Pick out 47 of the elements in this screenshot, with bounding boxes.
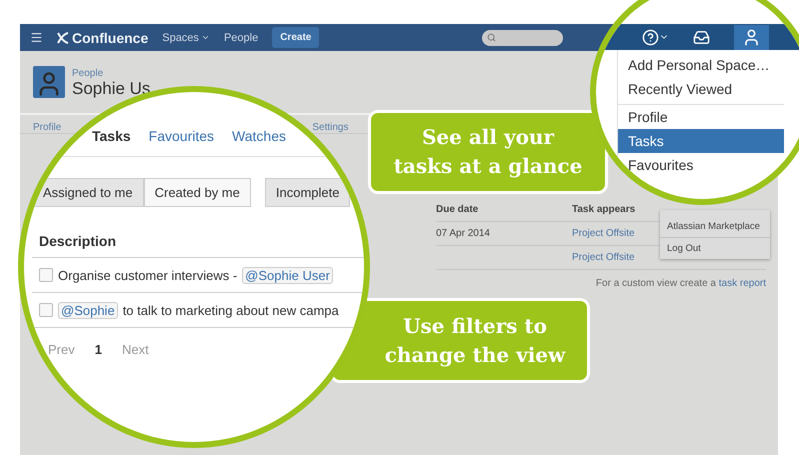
logo-text[interactable]: Confluence: [72, 30, 148, 46]
task-text: Organise customer interviews -: [58, 268, 238, 282]
profile-tab[interactable]: Profile: [33, 122, 62, 134]
tab[interactable]: Watches: [232, 128, 286, 156]
column-header: Description: [32, 233, 364, 258]
due-date: 07 Apr 2014: [436, 228, 490, 239]
breadcrumb-link[interactable]: People: [72, 68, 150, 79]
page-number[interactable]: 1: [94, 342, 102, 357]
nav-link[interactable]: People: [224, 32, 258, 44]
menu-item[interactable]: Add Personal Space…: [618, 53, 784, 77]
task-text: to talk to marketing about new campa: [122, 302, 339, 318]
checkbox[interactable]: [39, 303, 53, 317]
checkbox[interactable]: [39, 268, 53, 282]
profile-tab[interactable]: Settings: [312, 122, 348, 134]
task-report-link[interactable]: task report: [718, 278, 766, 289]
user-mention[interactable]: @Sophie: [58, 302, 118, 318]
user-mention[interactable]: @Sophie User: [242, 266, 333, 284]
next-link[interactable]: Next: [122, 342, 149, 357]
menu-item[interactable]: Recently Viewed: [618, 77, 784, 101]
menu-item[interactable]: Log Out: [660, 237, 770, 259]
callout-text: See all your tasks at a glance: [394, 124, 582, 180]
create-button[interactable]: Create: [272, 27, 320, 48]
logo-icon: [57, 32, 69, 44]
footer-text: For a custom view create a task report: [596, 278, 766, 289]
filter-button[interactable]: Assigned to me: [32, 178, 144, 207]
nav-link[interactable]: Spaces: [162, 32, 210, 44]
callout-text: Use filters to change the view: [384, 312, 566, 368]
space-link[interactable]: Project Offsite: [572, 252, 635, 263]
filter-button[interactable]: Incomplete: [264, 178, 350, 207]
avatar: [33, 66, 65, 98]
menu-item[interactable]: Favourites: [618, 153, 784, 177]
tab[interactable]: Favourites: [148, 128, 214, 156]
space-link[interactable]: Project Offsite: [572, 228, 635, 239]
prev-link[interactable]: Prev: [48, 342, 75, 357]
avatar-icon[interactable]: [734, 24, 769, 50]
help-icon[interactable]: [642, 28, 669, 46]
menu-item[interactable]: Tasks: [618, 129, 784, 153]
tab[interactable]: Tasks: [92, 128, 131, 156]
menu-item[interactable]: Atlassian Marketplace: [660, 216, 770, 237]
filter-button[interactable]: Created by me: [144, 178, 251, 207]
caret-icon: [200, 33, 210, 42]
column-header: Due date: [436, 204, 480, 215]
search-field[interactable]: [482, 30, 563, 46]
search-icon: [487, 33, 496, 42]
menu-icon[interactable]: [30, 31, 43, 44]
inbox-icon[interactable]: [693, 28, 710, 46]
column-header: Task appears: [572, 204, 636, 215]
